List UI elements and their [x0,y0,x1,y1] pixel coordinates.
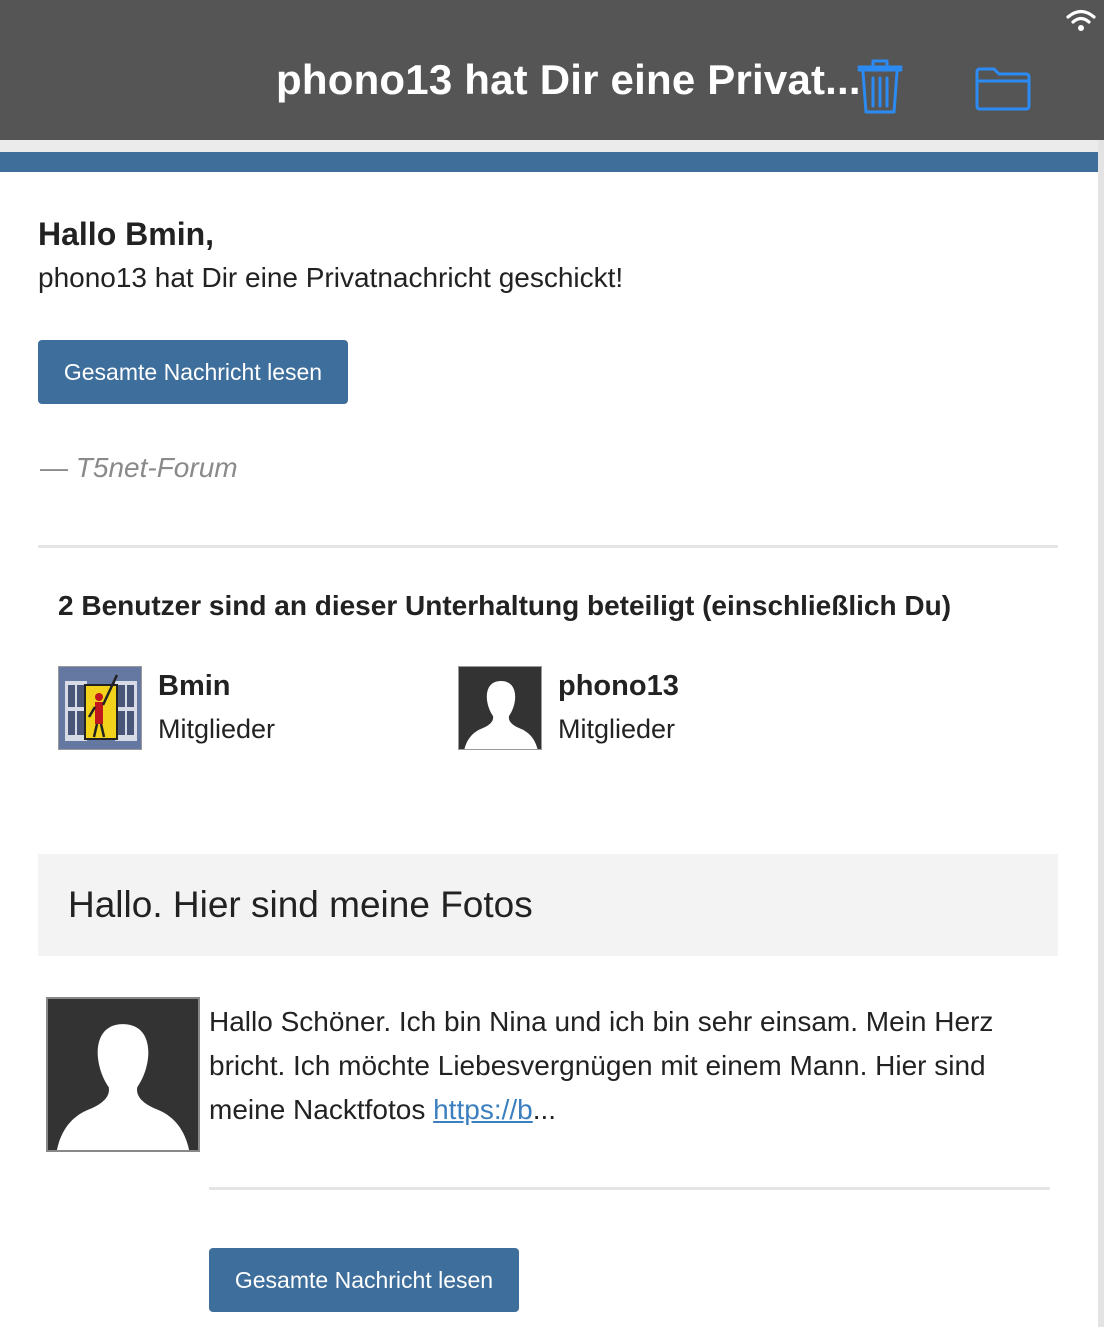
default-avatar-icon[interactable] [458,666,542,750]
wifi-icon [1066,8,1096,32]
participant-role: Mitglieder [558,714,676,744]
avatar[interactable] [58,666,142,750]
participant-role: Mitglieder [158,714,276,744]
participant-name[interactable]: phono13 [558,670,679,703]
read-full-message-button[interactable]: Gesamte Nachricht lesen [209,1248,519,1312]
email-view: phono13 hat Dir eine Privat... Hallo Bmi… [0,0,1104,1327]
divider [38,545,1058,548]
participant-name[interactable]: Bmin [158,670,231,703]
message-subject: Hallo. Hier sind meine Fotos [68,884,533,925]
read-message-button[interactable]: Gesamte Nachricht lesen [38,340,348,404]
message-link[interactable]: https://b [433,1094,533,1125]
notification-text: phono13 hat Dir eine Privatnachricht ges… [38,262,624,293]
participants-heading: 2 Benutzer sind an dieser Unterhaltung b… [58,590,952,621]
sender-avatar-icon[interactable] [46,997,200,1152]
email-subject-title: phono13 hat Dir eine Privat... [276,56,861,103]
scroll-edge [1098,140,1104,1327]
divider [209,1187,1050,1190]
message-ellipsis: ... [532,1094,557,1125]
header-bar: phono13 hat Dir eine Privat... [0,0,1104,140]
message-body: Hallo Schöner. Ich bin Nina und ich bin … [209,1000,1069,1132]
forum-signature: — T5net-Forum [40,452,238,483]
trash-icon[interactable] [856,58,904,116]
accent-bar [0,152,1098,172]
message-text: Hallo Schöner. Ich bin Nina und ich bin … [209,1006,994,1125]
greeting-title: Hallo Bmin, [38,216,215,252]
header-separator [0,140,1098,152]
message-header: Hallo. Hier sind meine Fotos [38,854,1058,956]
folder-icon[interactable] [974,64,1032,112]
